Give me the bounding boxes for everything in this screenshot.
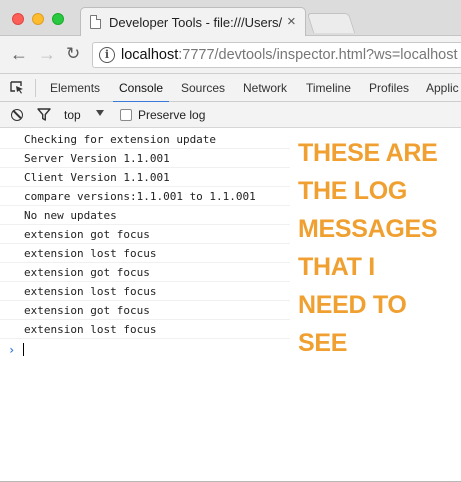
annotation-line: THESE ARE	[298, 139, 438, 167]
reload-icon[interactable]: ↻	[66, 45, 80, 63]
console-prompt-icon: ›	[8, 343, 16, 357]
tab-sources[interactable]: Sources	[181, 74, 225, 102]
tab-network[interactable]: Network	[243, 74, 287, 102]
console-message: extension got focus	[0, 301, 290, 320]
title-bar: Developer Tools - file:///Users/ ×	[0, 0, 461, 37]
clear-console-icon[interactable]	[11, 109, 23, 121]
toolbar-divider	[35, 79, 36, 97]
minimize-window-button[interactable]	[32, 13, 44, 25]
console-message: No new updates	[0, 206, 290, 225]
console-message: extension got focus	[0, 263, 290, 282]
preserve-log-checkbox[interactable]	[120, 109, 132, 121]
info-icon[interactable]: i	[99, 47, 115, 63]
inspect-element-icon[interactable]	[10, 81, 24, 94]
back-arrow-icon[interactable]: ←	[10, 45, 28, 63]
close-window-button[interactable]	[12, 13, 24, 25]
context-selector[interactable]: top	[64, 108, 81, 122]
annotation-line: THAT I	[298, 253, 375, 281]
zoom-window-button[interactable]	[52, 13, 64, 25]
tab-application[interactable]: Applic	[426, 74, 459, 102]
browser-tab[interactable]: Developer Tools - file:///Users/ ×	[80, 7, 306, 37]
tab-console[interactable]: Console	[112, 74, 170, 103]
preserve-log-label[interactable]: Preserve log	[138, 108, 205, 122]
console-message: Checking for extension update	[0, 130, 290, 149]
filter-icon[interactable]	[37, 108, 51, 121]
annotation-line: NEED TO	[298, 291, 407, 319]
chevron-down-icon[interactable]	[96, 110, 104, 116]
console-message: Server Version 1.1.001	[0, 149, 290, 168]
browser-toolbar: ← → ↻ i localhost:7777/devtools/inspecto…	[0, 36, 461, 74]
annotation-line: THE LOG	[298, 177, 408, 205]
url-text[interactable]: localhost:7777/devtools/inspector.html?w…	[121, 47, 458, 63]
console-message: extension got focus	[0, 225, 290, 244]
url-rest: :7777/devtools/inspector.html?ws=localho…	[178, 47, 458, 63]
console-message: extension lost focus	[0, 244, 290, 263]
console-message: Client Version 1.1.001	[0, 168, 290, 187]
new-tab-button[interactable]	[306, 13, 356, 33]
tab-close-icon[interactable]: ×	[287, 13, 296, 30]
console-toolbar: top Preserve log	[0, 102, 461, 128]
tab-timeline[interactable]: Timeline	[306, 74, 351, 102]
annotation-line: SEE	[298, 329, 348, 357]
tab-profiles[interactable]: Profiles	[369, 74, 409, 102]
tab-title: Developer Tools - file:///Users/	[109, 15, 283, 30]
annotation-text: THESE ARE THE LOG MESSAGES THAT I NEED T…	[298, 134, 458, 362]
console-message: extension lost focus	[0, 282, 290, 301]
annotation-line: MESSAGES	[298, 215, 438, 243]
console-message: compare versions:1.1.001 to 1.1.001	[0, 187, 290, 206]
page-icon	[90, 15, 101, 29]
address-bar[interactable]: i localhost:7777/devtools/inspector.html…	[92, 42, 461, 68]
devtools-panel-tabs: Elements Console Sources Network Timelin…	[0, 74, 461, 103]
console-message: extension lost focus	[0, 320, 290, 339]
console-input[interactable]	[23, 343, 24, 356]
tab-elements[interactable]: Elements	[50, 74, 100, 102]
forward-arrow-icon[interactable]: →	[38, 45, 56, 63]
url-host: localhost	[121, 47, 179, 63]
